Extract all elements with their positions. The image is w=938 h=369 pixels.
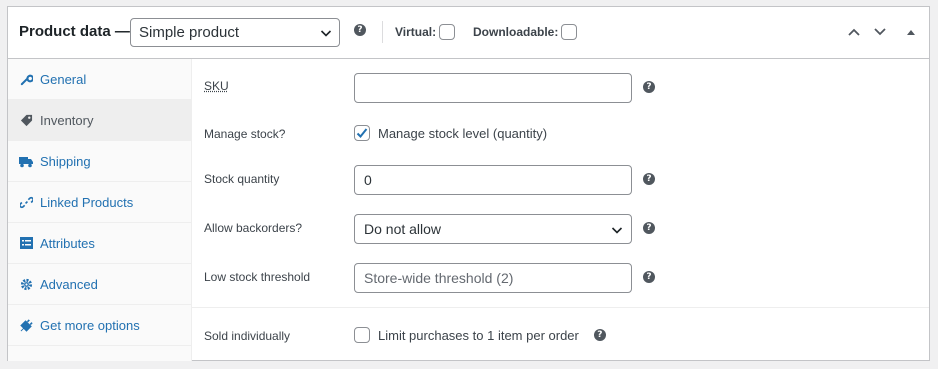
backorders-select[interactable]: Do not allow xyxy=(354,214,632,244)
backorders-label: Allow backorders? xyxy=(204,221,303,235)
sold-individually-checkbox[interactable] xyxy=(354,327,370,343)
product-data-tabs: General Inventory Shipping Linked Produc… xyxy=(8,59,192,361)
help-icon[interactable]: ? xyxy=(354,24,366,36)
virtual-checkbox[interactable] xyxy=(439,24,456,40)
sold-individually-label: Sold individually xyxy=(204,329,291,343)
sold-individually-checkbox-label: Limit purchases to 1 item per order xyxy=(378,327,579,343)
help-icon[interactable]: ? xyxy=(643,271,655,283)
sold-individually-option[interactable]: Limit purchases to 1 item per order ? xyxy=(354,327,606,343)
downloadable-label: Downloadable: xyxy=(473,25,559,39)
manage-stock-checkbox-label: Manage stock level (quantity) xyxy=(378,125,548,141)
tab-linked-products[interactable]: Linked Products xyxy=(8,182,191,223)
chevron-down-icon xyxy=(320,30,332,37)
inventory-panel: SKU ? Manage stock? Manage stock level (… xyxy=(192,59,929,360)
tab-label: General xyxy=(40,71,87,87)
tab-label: Get more options xyxy=(40,317,140,333)
tab-shipping[interactable]: Shipping xyxy=(8,141,191,182)
virtual-option[interactable]: Virtual: xyxy=(395,24,456,40)
tag-icon xyxy=(19,113,33,127)
list-icon xyxy=(19,236,33,250)
tab-label: Shipping xyxy=(40,153,91,169)
help-icon[interactable]: ? xyxy=(643,81,655,93)
product-type-select[interactable]: Simple product xyxy=(130,18,340,47)
low-stock-input[interactable]: Store-wide threshold (2) xyxy=(354,263,632,293)
downloadable-checkbox[interactable] xyxy=(561,24,578,40)
low-stock-label: Low stock threshold xyxy=(204,270,311,284)
wrench-icon xyxy=(19,72,33,86)
manage-stock-option[interactable]: Manage stock level (quantity) xyxy=(354,125,547,141)
product-type-value: Simple product xyxy=(139,24,240,41)
product-data-panel: Product data — Simple product ? Virtual:… xyxy=(7,6,930,361)
link-icon xyxy=(19,195,33,209)
help-icon[interactable]: ? xyxy=(643,173,655,185)
section-divider xyxy=(192,307,929,308)
downloadable-option[interactable]: Downloadable: xyxy=(473,24,578,40)
tab-attributes[interactable]: Attributes xyxy=(8,223,191,264)
backorders-value: Do not allow xyxy=(364,221,442,237)
stock-quantity-input[interactable]: 0 xyxy=(354,165,632,195)
move-up-icon[interactable] xyxy=(847,25,861,39)
tab-label: Advanced xyxy=(40,276,98,292)
panel-header: Product data — Simple product ? Virtual:… xyxy=(8,7,929,59)
tab-label: Attributes xyxy=(40,235,95,251)
collapse-toggle-icon[interactable] xyxy=(906,27,916,37)
stock-quantity-label: Stock quantity xyxy=(204,172,280,186)
truck-icon xyxy=(19,154,33,168)
sku-label: SKU xyxy=(204,79,229,93)
plugin-icon xyxy=(19,318,33,332)
manage-stock-checkbox[interactable] xyxy=(354,125,370,141)
virtual-label: Virtual: xyxy=(395,25,437,39)
gear-icon xyxy=(19,277,33,291)
manage-stock-label: Manage stock? xyxy=(204,127,286,141)
help-icon[interactable]: ? xyxy=(593,329,606,341)
checkmark-icon xyxy=(356,128,368,138)
chevron-down-icon xyxy=(611,227,623,234)
panel-title: Product data — xyxy=(19,23,130,40)
tab-label: Inventory xyxy=(40,112,94,128)
help-icon[interactable]: ? xyxy=(643,222,655,234)
move-down-icon[interactable] xyxy=(873,25,887,39)
divider xyxy=(382,21,383,43)
sku-input[interactable] xyxy=(354,73,632,103)
tab-label: Linked Products xyxy=(40,194,134,210)
tab-get-more-options[interactable]: Get more options xyxy=(8,305,191,346)
tab-inventory[interactable]: Inventory xyxy=(8,100,191,141)
tab-advanced[interactable]: Advanced xyxy=(8,264,191,305)
tab-general[interactable]: General xyxy=(8,59,191,100)
